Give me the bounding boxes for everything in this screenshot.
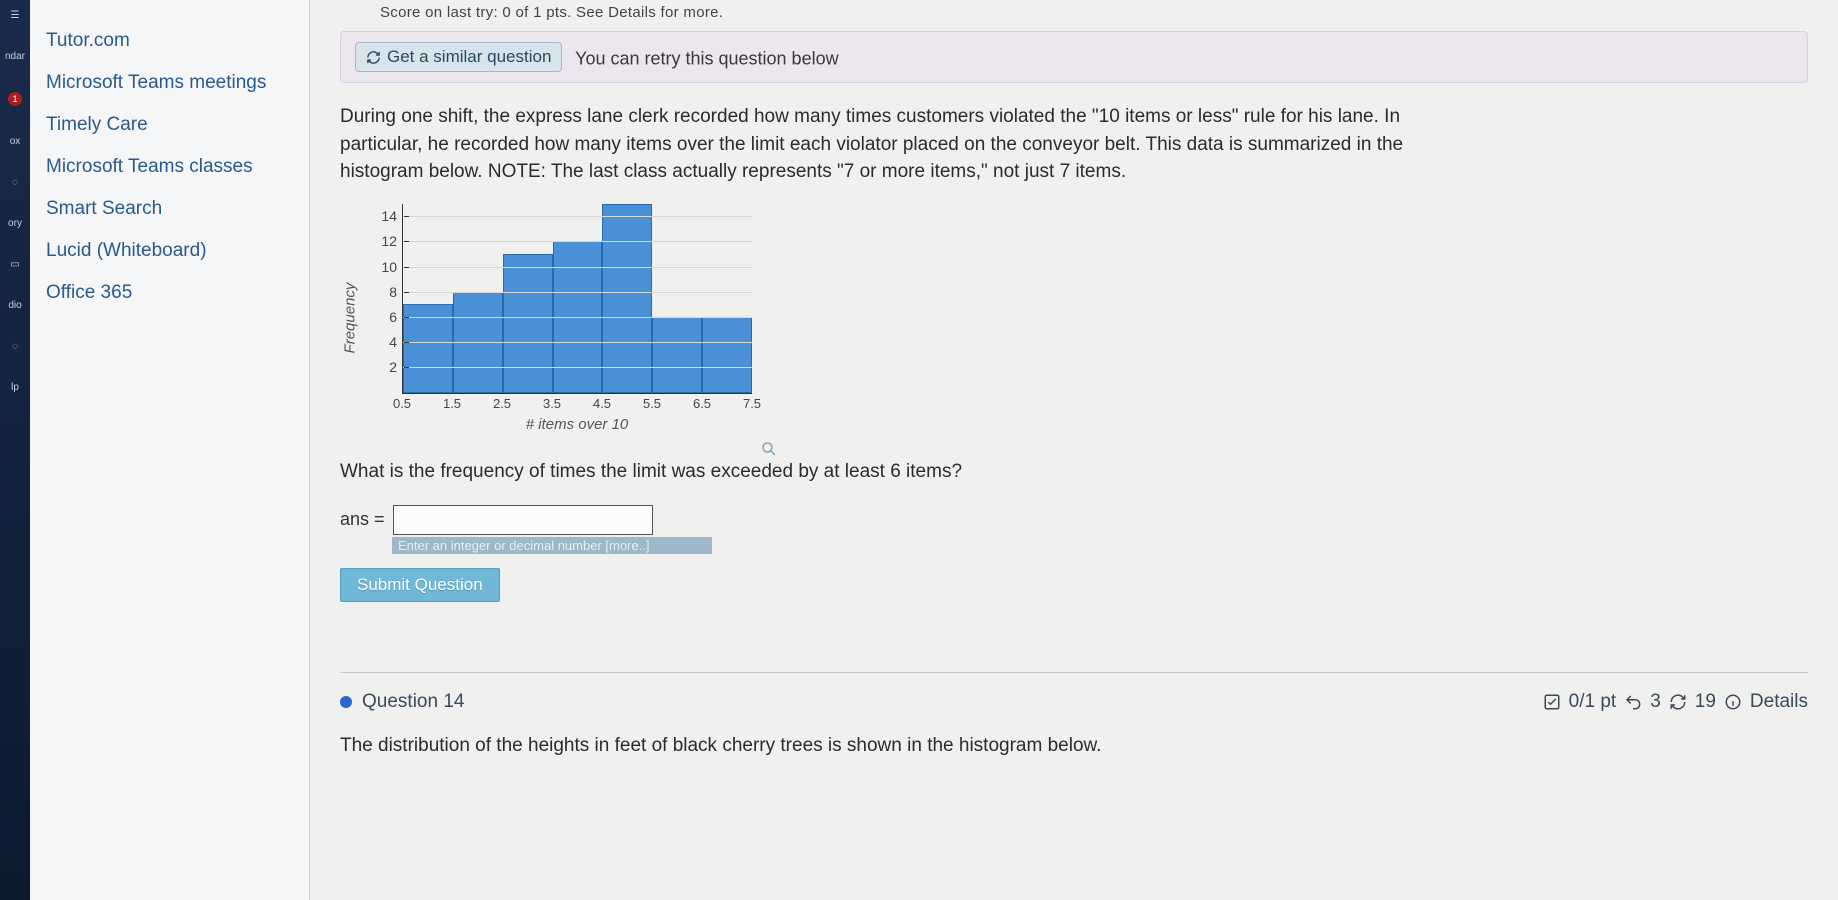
y-tick: 2 (389, 359, 403, 375)
x-tick: 3.5 (543, 396, 561, 411)
sidebar-link-tutor[interactable]: Tutor.com (42, 20, 297, 62)
refresh-icon (366, 50, 381, 65)
attempts-text: 19 (1695, 691, 1716, 713)
y-tick: 12 (381, 233, 403, 249)
score-text: 0/1 pt (1569, 691, 1617, 713)
answer-label: ans = (340, 509, 385, 530)
answer-input[interactable] (393, 505, 653, 535)
rail-item[interactable]: ◌ (12, 341, 18, 352)
rail-item-inbox[interactable]: ox (10, 136, 21, 147)
get-similar-label: Get a similar question (387, 47, 551, 67)
retries-text: 3 (1650, 691, 1661, 713)
rail-item[interactable]: ☰ (11, 10, 20, 21)
checkbox-icon (1543, 693, 1561, 711)
sidebar-link-timely-care[interactable]: Timely Care (42, 104, 297, 146)
get-similar-button[interactable]: Get a similar question (355, 42, 562, 72)
sidebar-link-office365[interactable]: Office 365 (42, 272, 297, 314)
x-tick: 2.5 (493, 396, 511, 411)
rail-item-calendar[interactable]: ndar (5, 51, 25, 62)
retry-banner: Get a similar question You can retry thi… (340, 31, 1808, 83)
sidebar-link-teams-classes[interactable]: Microsoft Teams classes (42, 146, 297, 188)
x-tick: 7.5 (743, 396, 761, 411)
histogram-chart: Frequency 2468101214 0.51.52.53.54.55.56… (368, 204, 788, 433)
zoom-icon[interactable] (760, 438, 778, 459)
sub-question-text: What is the frequency of times the limit… (340, 461, 1808, 483)
x-tick: 6.5 (693, 396, 711, 411)
question-footer: Question 14 0/1 pt 3 19 Details (340, 672, 1808, 713)
answer-hint[interactable]: Enter an integer or decimal number [more… (392, 537, 712, 554)
rail-item-history[interactable]: ory (8, 218, 22, 229)
sidebar-link-lucid[interactable]: Lucid (Whiteboard) (42, 230, 297, 272)
info-icon (1724, 693, 1742, 711)
histogram-bar (652, 317, 702, 393)
status-dot-icon (340, 696, 352, 708)
retry-text: You can retry this question below (575, 49, 839, 69)
rail-item[interactable]: ◌ (12, 177, 18, 188)
undo-icon (1624, 693, 1642, 711)
sidebar-link-smart-search[interactable]: Smart Search (42, 188, 297, 230)
x-tick: 1.5 (443, 396, 461, 411)
next-question-text: The distribution of the heights in feet … (340, 735, 1808, 757)
x-tick: 0.5 (393, 396, 411, 411)
y-tick: 4 (389, 334, 403, 350)
question-prompt: During one shift, the express lane clerk… (340, 103, 1420, 186)
details-link[interactable]: Details (1750, 691, 1808, 713)
rail-item-studio[interactable]: dio (8, 300, 21, 311)
histogram-bar (602, 204, 652, 393)
score-last-try: Score on last try: 0 of 1 pts. See Detai… (340, 0, 1808, 27)
rail-item-help[interactable]: lp (11, 382, 19, 393)
y-tick: 6 (389, 309, 403, 325)
x-tick: 5.5 (643, 396, 661, 411)
course-sidebar: Tutor.com Microsoft Teams meetings Timel… (30, 0, 310, 900)
y-axis-label: Frequency (342, 283, 359, 354)
histogram-bar (503, 254, 553, 393)
question-main: Score on last try: 0 of 1 pts. See Detai… (310, 0, 1838, 900)
histogram-bar (702, 317, 752, 393)
x-axis-label: # items over 10 (402, 412, 752, 433)
y-tick: 10 (381, 259, 403, 275)
retry-icon (1669, 693, 1687, 711)
x-tick: 4.5 (593, 396, 611, 411)
rail-item[interactable]: ▭ (10, 259, 19, 270)
app-rail: ☰ ndar 1 ox ◌ ory ▭ dio ◌ lp (0, 0, 30, 900)
answer-row: ans = (340, 505, 1808, 535)
question-number: Question 14 (362, 691, 464, 713)
y-tick: 8 (389, 284, 403, 300)
y-tick: 14 (381, 208, 403, 224)
rail-badge[interactable]: 1 (8, 92, 22, 106)
submit-button[interactable]: Submit Question (340, 568, 500, 602)
sidebar-link-teams-meetings[interactable]: Microsoft Teams meetings (42, 62, 297, 104)
